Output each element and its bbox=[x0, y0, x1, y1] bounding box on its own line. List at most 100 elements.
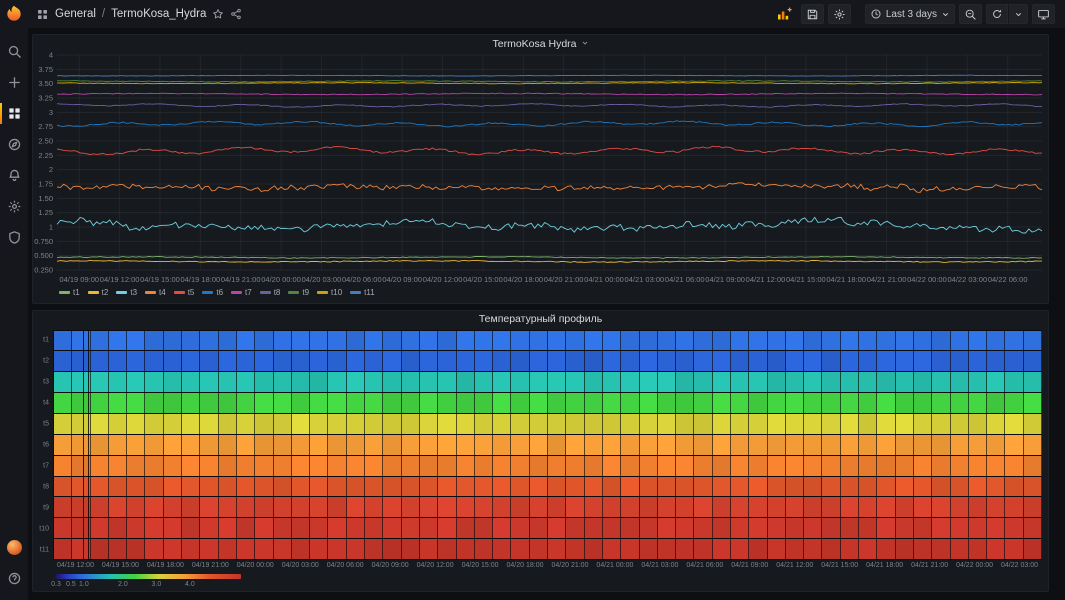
heatmap-cell bbox=[950, 434, 969, 455]
sidebar-item-alerting[interactable] bbox=[0, 160, 28, 191]
svg-text:04/22 00:00: 04/22 00:00 bbox=[907, 275, 947, 284]
sidebar-item-help[interactable] bbox=[0, 563, 28, 594]
heatmap-cell bbox=[913, 539, 933, 560]
refresh-button[interactable] bbox=[986, 4, 1008, 24]
heatmap-cell bbox=[90, 393, 109, 413]
heatmap-area: t1 t2 t3 t4 t5 t6 t7 t8 t9 t10 t11 bbox=[39, 329, 1043, 561]
heatmap-cell bbox=[218, 434, 237, 455]
heatmap-cell bbox=[310, 351, 329, 372]
legend-item-t8[interactable]: t8 bbox=[259, 288, 280, 297]
sidebar-item-explore[interactable] bbox=[0, 129, 28, 160]
legend-item-t5[interactable]: t5 bbox=[173, 287, 195, 297]
heatmap-cell bbox=[291, 372, 311, 393]
legend-item-t7[interactable]: t7 bbox=[231, 288, 252, 297]
legend-item-t11[interactable]: t11 bbox=[350, 288, 375, 297]
heatmap-cell bbox=[328, 414, 347, 434]
heatmap-cell bbox=[877, 518, 896, 539]
heatmap-cell bbox=[529, 351, 549, 372]
dashboard-content: TermoKosa Hydra 4 3.75 3.50 3.25 3 2.75 2.50 2.… bbox=[28, 28, 1065, 600]
heatmap-cell bbox=[163, 372, 183, 393]
legend-item-t9[interactable]: t9 bbox=[288, 288, 309, 297]
heatmap-cell bbox=[310, 414, 329, 434]
legend-item-t3[interactable]: t3 bbox=[116, 288, 137, 297]
panel-title-termokosa[interactable]: TermoKosa Hydra bbox=[33, 35, 1048, 52]
heatmap-cell bbox=[676, 372, 695, 393]
heatmap-cell bbox=[932, 497, 951, 518]
heatmap-cell bbox=[730, 351, 750, 372]
heatmap-grid[interactable] bbox=[53, 329, 1043, 561]
heatmap-cell bbox=[968, 351, 988, 372]
colorbar-tick: 0.5 bbox=[65, 581, 76, 588]
heatmap-cell bbox=[383, 476, 402, 497]
legend-label: t5 bbox=[187, 287, 195, 297]
heatmap-cell bbox=[163, 539, 183, 560]
time-range-picker[interactable]: Last 3 days bbox=[864, 4, 955, 24]
heatmap-row-t6 bbox=[54, 434, 1043, 456]
legend-item-t6[interactable]: t6 bbox=[202, 288, 223, 297]
heatmap-cell bbox=[145, 434, 164, 455]
heatmap-cell bbox=[401, 414, 420, 434]
refresh-interval-dropdown[interactable] bbox=[1008, 4, 1028, 24]
annotation-line bbox=[87, 329, 90, 560]
breadcrumb-section[interactable]: General bbox=[55, 8, 96, 20]
heatmap-cell bbox=[785, 497, 805, 518]
heatmap-cell bbox=[987, 539, 1006, 560]
heatmap-cell bbox=[346, 539, 366, 560]
heatmap-x-tick: 04/21 15:00 bbox=[821, 562, 859, 569]
heatmap-cell bbox=[529, 539, 549, 560]
legend-item-t1[interactable]: t1 bbox=[59, 288, 80, 297]
svg-text:04/19 18:00: 04/19 18:00 bbox=[181, 275, 221, 284]
heatmap-cell bbox=[859, 476, 878, 497]
sidebar-item-configuration[interactable] bbox=[0, 191, 28, 222]
heatmap-cell bbox=[1005, 351, 1024, 372]
sidebar-item-profile[interactable] bbox=[0, 532, 28, 563]
share-icon[interactable] bbox=[230, 8, 242, 20]
heatmap-cell bbox=[365, 497, 384, 518]
heatmap-cell bbox=[548, 351, 567, 372]
legend-item-t10[interactable]: t10 bbox=[317, 288, 342, 297]
heatmap-x-tick: 04/19 12:00 bbox=[56, 562, 94, 569]
heatmap-cell bbox=[950, 476, 969, 497]
heatmap-cell bbox=[346, 497, 366, 518]
heatmap-cell bbox=[474, 518, 494, 539]
heatmap-cell bbox=[401, 372, 420, 393]
star-icon[interactable] bbox=[212, 8, 224, 20]
heatmap-cell bbox=[657, 330, 677, 351]
timeseries-chart[interactable]: 4 3.75 3.50 3.25 3 2.75 2.50 2.25 2 1.75 1.50 1.25 1… bbox=[33, 52, 1048, 286]
legend-swatch bbox=[145, 290, 157, 294]
heatmap-cell bbox=[255, 351, 274, 372]
breadcrumb: General / TermoKosa_Hydra bbox=[36, 8, 242, 21]
heatmap-cell bbox=[310, 372, 329, 393]
heatmap-cell bbox=[804, 330, 823, 351]
svg-text:04/19 09:00: 04/19 09:00 bbox=[59, 275, 99, 284]
heatmap-cell bbox=[182, 434, 201, 455]
svg-text:2: 2 bbox=[49, 165, 53, 174]
heatmap-cell bbox=[163, 518, 183, 539]
heatmap-cell bbox=[365, 330, 384, 351]
legend-swatch bbox=[317, 290, 329, 294]
heatmap-cell bbox=[511, 518, 530, 539]
sidebar-item-dashboards[interactable] bbox=[0, 98, 28, 129]
legend-item-t4[interactable]: t4 bbox=[145, 288, 166, 297]
dashboard-settings-button[interactable] bbox=[827, 4, 851, 24]
heatmap-row-t2 bbox=[54, 351, 1043, 373]
panel-title-temp-profile[interactable]: Температурный профиль bbox=[33, 311, 1048, 328]
heatmap-cell bbox=[602, 497, 622, 518]
heatmap-cell bbox=[54, 434, 73, 455]
heatmap-cell bbox=[200, 476, 219, 497]
heatmap-cell bbox=[401, 539, 420, 560]
legend-item-t2[interactable]: t2 bbox=[87, 288, 108, 297]
heatmap-cell bbox=[529, 330, 549, 351]
sidebar-item-server-admin[interactable] bbox=[0, 222, 28, 253]
zoom-out-icon bbox=[964, 8, 977, 21]
zoom-out-time-button[interactable] bbox=[959, 4, 982, 24]
breadcrumb-title[interactable]: TermoKosa_Hydra bbox=[111, 8, 206, 20]
add-panel-button[interactable] bbox=[771, 4, 797, 24]
cycle-view-mode-button[interactable] bbox=[1032, 4, 1055, 24]
sidebar-item-create[interactable] bbox=[0, 67, 28, 98]
save-dashboard-button[interactable] bbox=[800, 4, 824, 24]
grafana-logo-icon[interactable] bbox=[4, 4, 24, 24]
heatmap-cell bbox=[804, 455, 823, 476]
sidebar-item-search[interactable] bbox=[0, 36, 28, 67]
heatmap-cell bbox=[328, 351, 347, 372]
